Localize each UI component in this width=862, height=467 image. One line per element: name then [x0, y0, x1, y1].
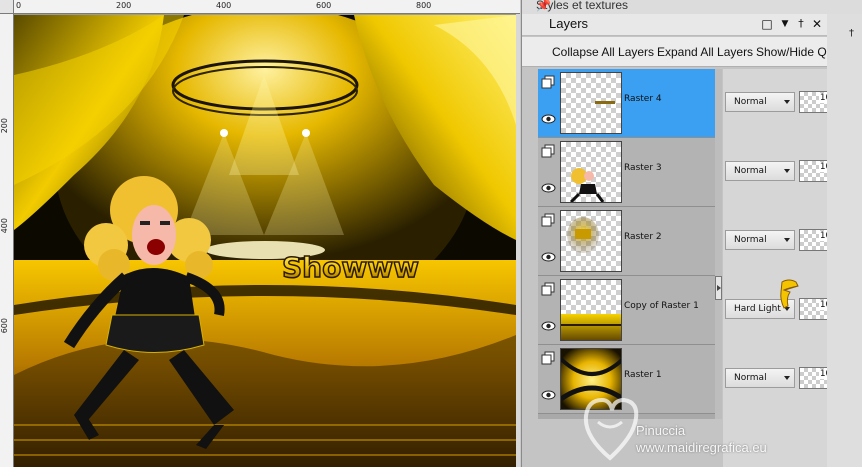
- layer-row-raster-4[interactable]: Raster 4: [538, 69, 716, 138]
- chevron-down-icon: [784, 169, 790, 173]
- panel-splitter-handle[interactable]: [715, 276, 722, 300]
- eye-icon[interactable]: [541, 182, 556, 194]
- layer-group-icon[interactable]: [541, 213, 556, 228]
- layer-list-scrollbar[interactable]: [715, 69, 722, 419]
- chevron-down-icon: [784, 238, 790, 242]
- artwork-title-text: Showww: [282, 251, 419, 284]
- blend-mode-value: Normal: [734, 373, 767, 383]
- ruler-left-label: 200: [0, 118, 9, 134]
- layer-name: Copy of Raster 1: [624, 301, 699, 311]
- layer-group-icon[interactable]: [541, 144, 556, 159]
- ruler-top: 0 200 400 600 800: [14, 0, 520, 14]
- blend-mode-value: Normal: [734, 97, 767, 107]
- ruler-top-label: 600: [316, 1, 332, 10]
- eye-icon[interactable]: [541, 251, 556, 263]
- ruler-top-label: 800: [416, 1, 432, 10]
- layer-thumbnail: [560, 210, 622, 272]
- pin-icon[interactable]: †: [794, 17, 808, 31]
- eye-icon[interactable]: [541, 389, 556, 401]
- layers-title: Layers: [549, 16, 589, 31]
- layer-name: Raster 2: [624, 232, 662, 242]
- blend-mode-value: Normal: [734, 166, 767, 176]
- pin-icon[interactable]: †: [849, 28, 854, 39]
- ruler-top-label: 0: [16, 1, 22, 10]
- canvas-vertical-scrollbar[interactable]: [516, 14, 520, 467]
- chevron-down-icon: [784, 376, 790, 380]
- dropdown-icon[interactable]: ▼: [778, 17, 792, 31]
- pointing-hand-icon: [780, 279, 799, 309]
- layers-toolbar: Collapse All Layers Expand All Layers Sh…: [522, 37, 827, 67]
- artwork: Showww: [14, 15, 516, 467]
- layers-titlebar[interactable]: Layers □ ▼ † ✕: [522, 14, 827, 36]
- watermark-url: www.maidiregrafica.eu: [636, 440, 767, 455]
- heart-logo-icon: [583, 397, 639, 461]
- blend-mode-select[interactable]: Normal: [725, 161, 795, 181]
- blend-mode-select[interactable]: Normal: [725, 92, 795, 112]
- layer-row-raster-2[interactable]: Raster 2: [538, 207, 716, 276]
- layer-name: Raster 1: [624, 370, 662, 380]
- ruler-corner: [0, 0, 14, 14]
- layer-group-icon[interactable]: [541, 351, 556, 366]
- eye-icon[interactable]: [541, 320, 556, 332]
- layer-thumbnail: [560, 72, 622, 134]
- chevron-down-icon: [784, 100, 790, 104]
- blend-mode-select[interactable]: Normal: [725, 230, 795, 250]
- layer-row-raster-3[interactable]: Raster 3: [538, 138, 716, 207]
- layer-group-icon[interactable]: [541, 75, 556, 90]
- ruler-left: 200 400 600: [0, 14, 14, 467]
- pin-icon[interactable]: 📌: [536, 0, 859, 12]
- layer-thumbnail: [560, 279, 622, 341]
- ruler-left-label: 600: [0, 318, 9, 334]
- layer-list: Raster 4 Raster 3 Raster 2 Copy of Raste…: [538, 69, 716, 419]
- watermark-name: Pinuccia: [636, 423, 686, 438]
- watermark: Pinuccia www.maidiregrafica.eu: [580, 392, 862, 467]
- canvas-area: 0 200 400 600 800 200 400 600 Showww: [0, 0, 520, 467]
- styles-panel-header[interactable]: Styles et textures 📌: [522, 0, 862, 14]
- blend-mode-value: Normal: [734, 235, 767, 245]
- close-icon[interactable]: ✕: [810, 17, 824, 31]
- ruler-top-label: 200: [116, 1, 132, 10]
- layer-group-icon[interactable]: [541, 282, 556, 297]
- blend-mode-select[interactable]: Normal: [725, 368, 795, 388]
- image-canvas[interactable]: Showww: [14, 15, 516, 467]
- layer-name: Raster 4: [624, 94, 662, 104]
- layer-row-copy-of-raster-1[interactable]: Copy of Raster 1: [538, 276, 716, 345]
- eye-icon[interactable]: [541, 113, 556, 125]
- maximize-icon[interactable]: □: [760, 17, 774, 31]
- expand-all-button[interactable]: Expand All Layers: [657, 45, 753, 59]
- layer-name: Raster 3: [624, 163, 662, 173]
- ruler-left-label: 400: [0, 218, 9, 234]
- show-hide-button[interactable]: Show/Hide Q: [756, 45, 827, 59]
- psp-window: 0 200 400 600 800 200 400 600 Showww Sty…: [0, 0, 862, 467]
- blend-mode-value: Hard Light: [734, 304, 781, 314]
- ruler-top-label: 400: [216, 1, 232, 10]
- layer-thumbnail: [560, 141, 622, 203]
- collapse-all-button[interactable]: Collapse All Layers: [552, 45, 654, 59]
